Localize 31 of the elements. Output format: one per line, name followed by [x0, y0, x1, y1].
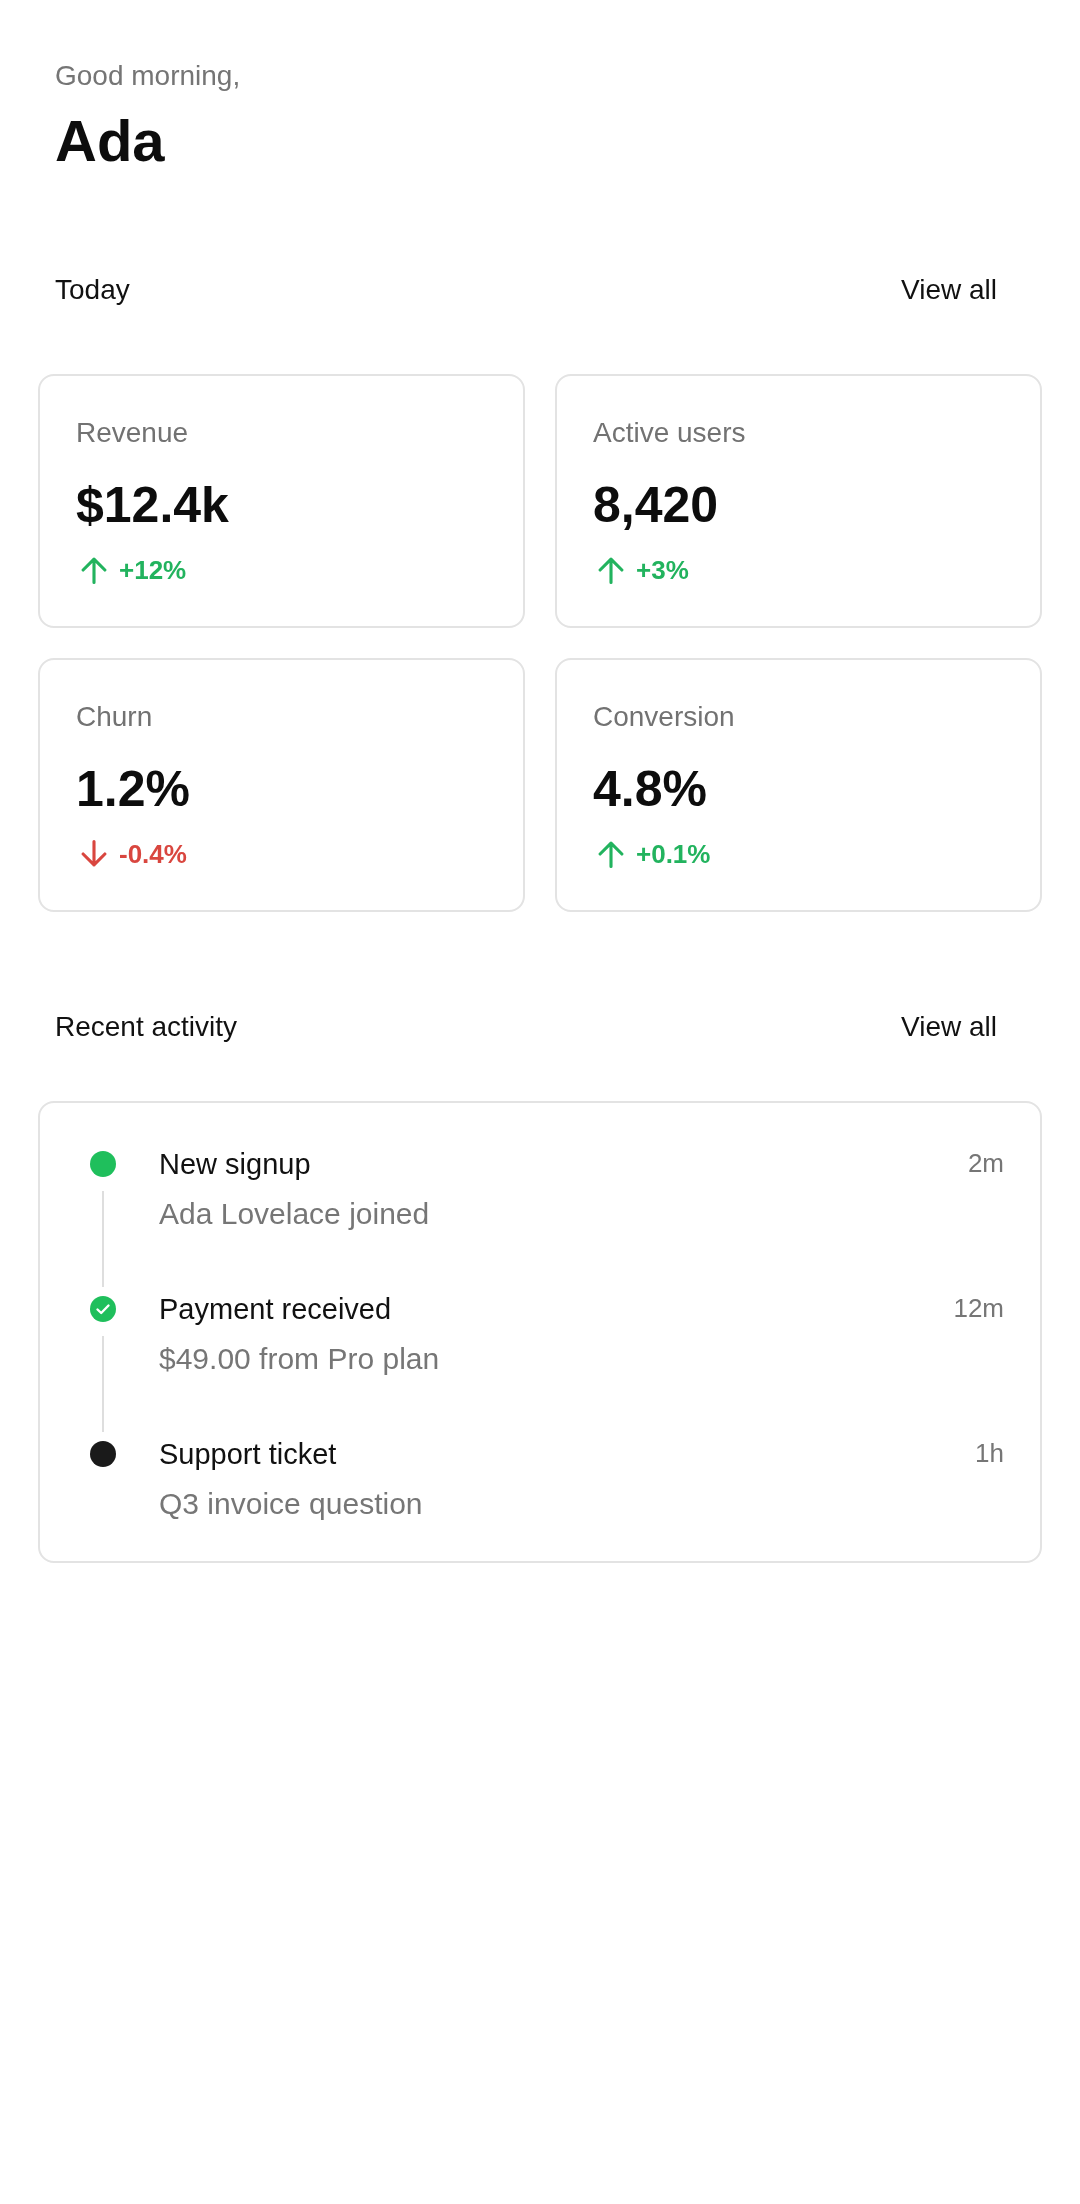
- arrow-up-icon: [81, 556, 107, 584]
- activity-title: Payment received: [159, 1292, 392, 1326]
- metric-label: Revenue: [76, 416, 189, 450]
- activity-time: 1h: [975, 1437, 1004, 1469]
- activity-time: 12m: [953, 1292, 1004, 1324]
- metric-change: +3%: [636, 554, 689, 586]
- greeting-text: Good morning,: [55, 59, 241, 93]
- activity-title: Support ticket: [159, 1437, 337, 1471]
- metric-label: Conversion: [593, 700, 735, 734]
- activity-title: New signup: [159, 1147, 311, 1181]
- metric-value: 1.2%: [76, 761, 190, 817]
- activity-time: 2m: [967, 1147, 1004, 1179]
- metric-change: -0.4%: [119, 838, 187, 870]
- section-title: Recent activity: [55, 1010, 238, 1044]
- arrow-up-icon: [598, 840, 624, 868]
- metric-value: $12.4k: [76, 477, 229, 533]
- view-all-button[interactable]: View all: [901, 1010, 997, 1044]
- metric-change: +0.1%: [636, 838, 711, 870]
- arrow-up-icon: [598, 556, 624, 584]
- metric-change: +12%: [119, 554, 187, 586]
- metric-label: Active users: [593, 416, 746, 450]
- arrow-down-icon: [81, 840, 107, 868]
- view-all-button[interactable]: View all: [901, 273, 997, 307]
- activity-detail: Q3 invoice question: [159, 1486, 423, 1522]
- metric-value: 8,420: [593, 477, 719, 533]
- metric-label: Churn: [76, 700, 153, 734]
- section-title: Today: [55, 273, 130, 307]
- activity-detail: $49.00 from Pro plan: [159, 1341, 440, 1377]
- user-name: Ada: [55, 107, 165, 175]
- metric-value: 4.8%: [593, 761, 707, 817]
- activity-detail: Ada Lovelace joined: [159, 1196, 430, 1232]
